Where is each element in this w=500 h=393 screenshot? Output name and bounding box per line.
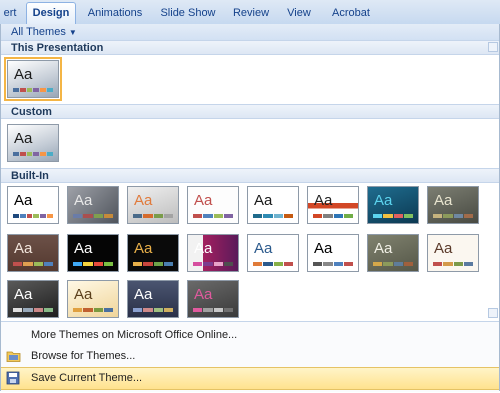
- theme-sample-text: Aa: [434, 240, 453, 257]
- tab-insert[interactable]: ert: [0, 4, 20, 23]
- theme-thumb-9[interactable]: Aa: [7, 234, 59, 272]
- save-theme-icon: [6, 371, 21, 385]
- browse-themes-label: Browse for Themes...: [31, 350, 136, 362]
- theme-sample-text: Aa: [134, 286, 153, 303]
- tab-view[interactable]: View: [282, 4, 316, 23]
- more-themes-menu-item[interactable]: More Themes on Microsoft Office Online..…: [1, 325, 499, 346]
- themes-gallery: All Themes ▼ This Presentation Aa Custom…: [0, 24, 500, 392]
- section-this-presentation: This Presentation: [1, 40, 499, 55]
- ribbon-tab-bar: ert Design Animations Slide Show Review …: [0, 0, 500, 25]
- tab-review[interactable]: Review: [228, 4, 274, 23]
- all-themes-label: All Themes: [11, 26, 66, 38]
- theme-sample-text: Aa: [134, 192, 153, 209]
- theme-thumb-5[interactable]: Aa: [247, 186, 299, 224]
- theme-sample-text: Aa: [14, 240, 33, 257]
- theme-sample-text: Aa: [194, 240, 213, 257]
- gallery-filter-bar: All Themes ▼: [1, 24, 499, 41]
- theme-sample-text: Aa: [374, 192, 393, 209]
- theme-thumb-office[interactable]: Aa: [7, 186, 59, 224]
- theme-thumb-10[interactable]: Aa: [67, 234, 119, 272]
- theme-sample-text: Aa: [134, 240, 153, 257]
- theme-thumb-12[interactable]: Aa: [187, 234, 239, 272]
- theme-sample-text: Aa: [194, 286, 213, 303]
- scroll-down-icon[interactable]: [488, 308, 498, 318]
- theme-thumb-18[interactable]: Aa: [67, 280, 119, 318]
- theme-sample-text: Aa: [374, 240, 393, 257]
- theme-thumb-15[interactable]: Aa: [367, 234, 419, 272]
- theme-thumb-20[interactable]: Aa: [187, 280, 239, 318]
- section-custom: Custom: [1, 104, 499, 119]
- themes-menu: More Themes on Microsoft Office Online..…: [1, 321, 499, 392]
- more-themes-label: More Themes on Microsoft Office Online..…: [31, 329, 238, 341]
- dropdown-arrow-icon: ▼: [68, 28, 77, 37]
- theme-thumb-6[interactable]: Aa: [307, 186, 359, 224]
- tab-slide-show[interactable]: Slide Show: [155, 4, 221, 23]
- theme-thumb-4[interactable]: Aa: [187, 186, 239, 224]
- theme-sample-text: Aa: [254, 192, 273, 209]
- theme-thumb-7[interactable]: Aa: [367, 186, 419, 224]
- theme-thumb-17[interactable]: Aa: [7, 280, 59, 318]
- theme-sample-text: Aa: [314, 192, 333, 209]
- save-theme-label: Save Current Theme...: [31, 372, 143, 384]
- theme-thumb-custom[interactable]: Aa: [7, 124, 59, 162]
- theme-thumb-11[interactable]: Aa: [127, 234, 179, 272]
- theme-sample-text: Aa: [14, 286, 33, 303]
- theme-thumb-16[interactable]: Aa: [427, 234, 479, 272]
- theme-thumb-2[interactable]: Aa: [67, 186, 119, 224]
- browse-themes-menu-item[interactable]: Browse for Themes...: [1, 346, 499, 367]
- scroll-up-icon[interactable]: [488, 42, 498, 52]
- theme-thumb-19[interactable]: Aa: [127, 280, 179, 318]
- theme-thumb-8[interactable]: Aa: [427, 186, 479, 224]
- theme-sample-text: Aa: [74, 286, 93, 303]
- theme-thumb-3[interactable]: Aa: [127, 186, 179, 224]
- theme-sample-text: Aa: [194, 192, 213, 209]
- save-current-theme-menu-item[interactable]: Save Current Theme...: [1, 367, 499, 390]
- section-built-in: Built-In: [1, 168, 499, 183]
- theme-sample-text: Aa: [14, 192, 33, 209]
- gallery-scrollbar[interactable]: [488, 40, 499, 320]
- tab-design[interactable]: Design: [26, 2, 76, 25]
- theme-thumb-14[interactable]: Aa: [307, 234, 359, 272]
- tab-acrobat[interactable]: Acrobat: [326, 4, 376, 23]
- theme-sample-text: Aa: [14, 66, 33, 83]
- all-themes-dropdown[interactable]: All Themes ▼: [7, 25, 81, 39]
- theme-sample-text: Aa: [74, 240, 93, 257]
- theme-sample-text: Aa: [434, 192, 453, 209]
- theme-sample-text: Aa: [14, 130, 33, 147]
- theme-thumb-current[interactable]: Aa: [4, 57, 62, 101]
- tab-animations[interactable]: Animations: [82, 4, 148, 23]
- theme-sample-text: Aa: [74, 192, 93, 209]
- theme-sample-text: Aa: [254, 240, 273, 257]
- folder-icon: [6, 349, 21, 363]
- theme-thumb-13[interactable]: Aa: [247, 234, 299, 272]
- theme-sample-text: Aa: [314, 240, 333, 257]
